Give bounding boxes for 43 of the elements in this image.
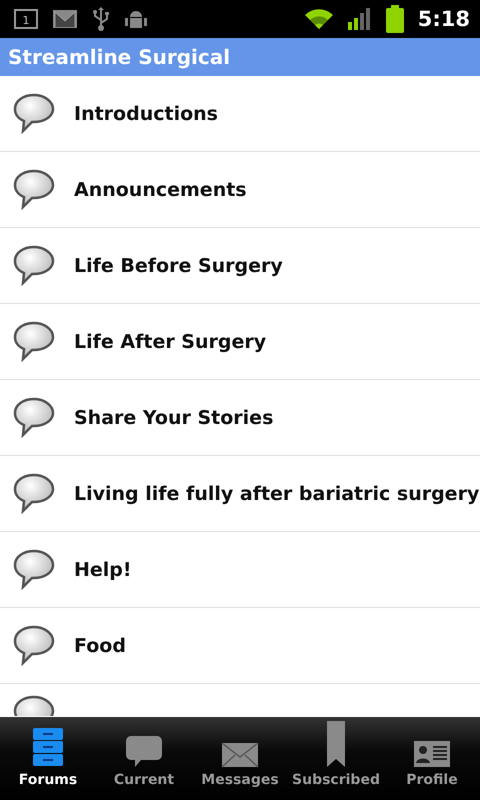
speech-bubble-icon xyxy=(12,548,56,592)
mail-icon xyxy=(52,9,78,29)
tab[interactable]: Profile xyxy=(384,717,480,800)
speech-bubble-icon xyxy=(12,624,56,668)
forum-title: Life After Surgery xyxy=(74,330,266,352)
bookmark-icon xyxy=(326,720,346,768)
forum-title: Life Before Surgery xyxy=(74,254,283,276)
forum-item[interactable]: Share Your Stories xyxy=(0,380,480,456)
speech-bubble-icon xyxy=(12,396,56,440)
battery-icon xyxy=(386,5,404,33)
file-cabinet-icon xyxy=(32,726,64,768)
forum-title: Living life fully after bariatric surgery xyxy=(74,482,480,504)
forum-title: Introductions xyxy=(74,102,218,124)
envelope-icon xyxy=(221,742,259,768)
wifi-icon xyxy=(304,8,334,30)
usb-icon xyxy=(92,6,110,32)
speech-bubble-icon xyxy=(12,92,56,136)
app-title: Streamline Surgical xyxy=(8,45,230,69)
speech-bubble-icon xyxy=(125,734,163,768)
forum-item[interactable]: Help! xyxy=(0,532,480,608)
forum-item[interactable]: Living life fully after bariatric surgery xyxy=(0,456,480,532)
speech-bubble-icon xyxy=(12,472,56,516)
speech-bubble-icon xyxy=(12,694,56,716)
clock-time: 5:18 xyxy=(418,7,470,31)
tab[interactable]: Subscribed xyxy=(288,717,384,800)
forum-title: Food xyxy=(74,634,126,656)
notification-count: 1 xyxy=(14,9,38,29)
forum-title: Announcements xyxy=(74,178,247,200)
forum-item[interactable]: Life After Surgery xyxy=(0,304,480,380)
speech-bubble-icon xyxy=(12,320,56,364)
forum-title: Help! xyxy=(74,558,132,580)
tab[interactable]: Current xyxy=(96,717,192,800)
forum-item[interactable]: Introductions xyxy=(0,76,480,152)
signal-icon xyxy=(348,8,372,30)
id-card-icon xyxy=(413,740,451,768)
speech-bubble-icon xyxy=(12,244,56,288)
forum-item[interactable]: Announcements xyxy=(0,152,480,228)
forum-title: Share Your Stories xyxy=(74,406,274,428)
forum-item[interactable]: Food xyxy=(0,608,480,684)
tab[interactable]: Forums xyxy=(0,717,96,800)
speech-bubble-icon xyxy=(12,168,56,212)
forum-item[interactable]: Life Before Surgery xyxy=(0,228,480,304)
tab[interactable]: Messages xyxy=(192,717,288,800)
